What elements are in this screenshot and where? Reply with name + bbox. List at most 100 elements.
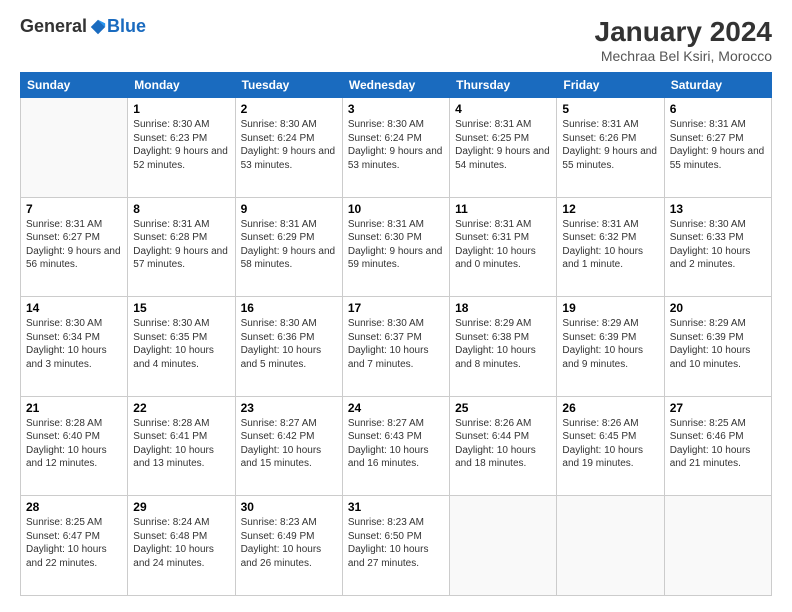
day-info: Sunrise: 8:31 AMSunset: 6:29 PMDaylight:…	[241, 218, 337, 272]
calendar-cell: 5 Sunrise: 8:31 AMSunset: 6:26 PMDaylight…	[557, 98, 664, 198]
day-number: 15	[133, 301, 229, 315]
calendar-cell: 9 Sunrise: 8:31 AMSunset: 6:29 PMDaylight…	[235, 197, 342, 297]
calendar-cell: 18Sunrise: 8:29 AMSunset: 6:38 PMDayligh…	[450, 297, 557, 397]
day-info: Sunrise: 8:31 AMSunset: 6:31 PMDaylight:…	[455, 218, 551, 272]
day-number: 13	[670, 202, 766, 216]
calendar-cell: 28 Sunrise: 8:25 AMSunset: 6:47 PMDayligh…	[21, 496, 128, 596]
calendar-cell: 6 Sunrise: 8:31 AMSunset: 6:27 PMDaylight…	[664, 98, 771, 198]
day-info: Sunrise: 8:29 AMSunset: 6:38 PMDaylight:…	[455, 317, 551, 371]
day-number: 1	[133, 102, 229, 116]
day-info: Sunrise: 8:25 AMSunset: 6:47 PMDaylight:…	[26, 516, 122, 570]
day-number: 8	[133, 202, 229, 216]
title-block: January 2024 Mechraa Bel Ksiri, Morocco	[595, 16, 772, 64]
day-number: 12	[562, 202, 658, 216]
day-info: Sunrise: 8:23 AMSunset: 6:49 PMDaylight:…	[241, 516, 337, 570]
column-header-wednesday: Wednesday	[342, 73, 449, 98]
day-number: 24	[348, 401, 444, 415]
calendar-cell: 14 Sunrise: 8:30 AMSunset: 6:34 PMDayligh…	[21, 297, 128, 397]
day-number: 21	[26, 401, 122, 415]
day-info: Sunrise: 8:27 AMSunset: 6:42 PMDaylight:…	[241, 417, 337, 471]
day-number: 5	[562, 102, 658, 116]
calendar-cell: 12 Sunrise: 8:31 AMSunset: 6:32 PMDayligh…	[557, 197, 664, 297]
day-info: Sunrise: 8:31 AMSunset: 6:30 PMDaylight:…	[348, 218, 444, 272]
calendar-cell: 10 Sunrise: 8:31 AMSunset: 6:30 PMDayligh…	[342, 197, 449, 297]
calendar-cell: 2Sunrise: 8:30 AMSunset: 6:24 PMDaylight…	[235, 98, 342, 198]
calendar-cell: 11 Sunrise: 8:31 AMSunset: 6:31 PMDayligh…	[450, 197, 557, 297]
calendar-week-row: 7Sunrise: 8:31 AMSunset: 6:27 PMDaylight…	[21, 197, 772, 297]
day-number: 6	[670, 102, 766, 116]
day-info: Sunrise: 8:30 AMSunset: 6:34 PMDaylight:…	[26, 317, 122, 371]
calendar-cell	[21, 98, 128, 198]
day-info: Sunrise: 8:31 AMSunset: 6:32 PMDaylight:…	[562, 218, 658, 272]
day-info: Sunrise: 8:30 AMSunset: 6:37 PMDaylight:…	[348, 317, 444, 371]
day-info: Sunrise: 8:28 AMSunset: 6:41 PMDaylight:…	[133, 417, 229, 471]
calendar-header-row: SundayMondayTuesdayWednesdayThursdayFrid…	[21, 73, 772, 98]
day-number: 20	[670, 301, 766, 315]
calendar-cell: 16 Sunrise: 8:30 AMSunset: 6:36 PMDayligh…	[235, 297, 342, 397]
day-info: Sunrise: 8:31 AMSunset: 6:25 PMDaylight:…	[455, 118, 551, 172]
calendar-cell: 3 Sunrise: 8:30 AMSunset: 6:24 PMDaylight…	[342, 98, 449, 198]
day-number: 4	[455, 102, 551, 116]
day-number: 23	[241, 401, 337, 415]
day-number: 11	[455, 202, 551, 216]
calendar-table: SundayMondayTuesdayWednesdayThursdayFrid…	[20, 72, 772, 596]
day-number: 9	[241, 202, 337, 216]
calendar-cell: 31Sunrise: 8:23 AMSunset: 6:50 PMDayligh…	[342, 496, 449, 596]
column-header-friday: Friday	[557, 73, 664, 98]
calendar-cell: 1 Sunrise: 8:30 AMSunset: 6:23 PMDaylight…	[128, 98, 235, 198]
day-info: Sunrise: 8:31 AMSunset: 6:28 PMDaylight:…	[133, 218, 229, 272]
day-number: 2	[241, 102, 337, 116]
day-number: 30	[241, 500, 337, 514]
calendar-cell: 4 Sunrise: 8:31 AMSunset: 6:25 PMDaylight…	[450, 98, 557, 198]
calendar-week-row: 14 Sunrise: 8:30 AMSunset: 6:34 PMDayligh…	[21, 297, 772, 397]
day-info: Sunrise: 8:31 AMSunset: 6:27 PMDaylight:…	[26, 218, 122, 272]
column-header-saturday: Saturday	[664, 73, 771, 98]
calendar-cell: 24Sunrise: 8:27 AMSunset: 6:43 PMDayligh…	[342, 396, 449, 496]
day-number: 29	[133, 500, 229, 514]
day-info: Sunrise: 8:26 AMSunset: 6:44 PMDaylight:…	[455, 417, 551, 471]
main-title: January 2024	[595, 16, 772, 48]
calendar-cell	[557, 496, 664, 596]
calendar-cell: 26 Sunrise: 8:26 AMSunset: 6:45 PMDayligh…	[557, 396, 664, 496]
day-info: Sunrise: 8:29 AMSunset: 6:39 PMDaylight:…	[670, 317, 766, 371]
calendar-page: General Blue January 2024 Mechraa Bel Ks…	[0, 0, 792, 612]
calendar-cell	[450, 496, 557, 596]
calendar-cell: 13 Sunrise: 8:30 AMSunset: 6:33 PMDayligh…	[664, 197, 771, 297]
calendar-week-row: 21 Sunrise: 8:28 AMSunset: 6:40 PMDayligh…	[21, 396, 772, 496]
day-number: 19	[562, 301, 658, 315]
day-number: 17	[348, 301, 444, 315]
day-info: Sunrise: 8:30 AMSunset: 6:24 PMDaylight:…	[348, 118, 444, 172]
column-header-sunday: Sunday	[21, 73, 128, 98]
day-info: Sunrise: 8:29 AMSunset: 6:39 PMDaylight:…	[562, 317, 658, 371]
day-info: Sunrise: 8:30 AMSunset: 6:33 PMDaylight:…	[670, 218, 766, 272]
day-number: 14	[26, 301, 122, 315]
calendar-cell	[664, 496, 771, 596]
day-number: 10	[348, 202, 444, 216]
calendar-cell: 17 Sunrise: 8:30 AMSunset: 6:37 PMDayligh…	[342, 297, 449, 397]
day-number: 28	[26, 500, 122, 514]
day-number: 26	[562, 401, 658, 415]
day-info: Sunrise: 8:28 AMSunset: 6:40 PMDaylight:…	[26, 417, 122, 471]
day-info: Sunrise: 8:31 AMSunset: 6:27 PMDaylight:…	[670, 118, 766, 172]
day-info: Sunrise: 8:25 AMSunset: 6:46 PMDaylight:…	[670, 417, 766, 471]
day-info: Sunrise: 8:30 AMSunset: 6:36 PMDaylight:…	[241, 317, 337, 371]
day-info: Sunrise: 8:30 AMSunset: 6:23 PMDaylight:…	[133, 118, 229, 172]
subtitle: Mechraa Bel Ksiri, Morocco	[595, 48, 772, 64]
logo-blue: Blue	[107, 16, 146, 37]
calendar-cell: 21 Sunrise: 8:28 AMSunset: 6:40 PMDayligh…	[21, 396, 128, 496]
calendar-cell: 19 Sunrise: 8:29 AMSunset: 6:39 PMDayligh…	[557, 297, 664, 397]
logo-general: General	[20, 16, 87, 37]
calendar-cell: 23 Sunrise: 8:27 AMSunset: 6:42 PMDayligh…	[235, 396, 342, 496]
day-number: 3	[348, 102, 444, 116]
calendar-cell: 27Sunrise: 8:25 AMSunset: 6:46 PMDayligh…	[664, 396, 771, 496]
calendar-cell: 29Sunrise: 8:24 AMSunset: 6:48 PMDayligh…	[128, 496, 235, 596]
calendar-cell: 8 Sunrise: 8:31 AMSunset: 6:28 PMDaylight…	[128, 197, 235, 297]
column-header-monday: Monday	[128, 73, 235, 98]
day-number: 22	[133, 401, 229, 415]
day-info: Sunrise: 8:31 AMSunset: 6:26 PMDaylight:…	[562, 118, 658, 172]
day-number: 25	[455, 401, 551, 415]
calendar-cell: 25 Sunrise: 8:26 AMSunset: 6:44 PMDayligh…	[450, 396, 557, 496]
calendar-cell: 7Sunrise: 8:31 AMSunset: 6:27 PMDaylight…	[21, 197, 128, 297]
day-info: Sunrise: 8:26 AMSunset: 6:45 PMDaylight:…	[562, 417, 658, 471]
day-number: 16	[241, 301, 337, 315]
